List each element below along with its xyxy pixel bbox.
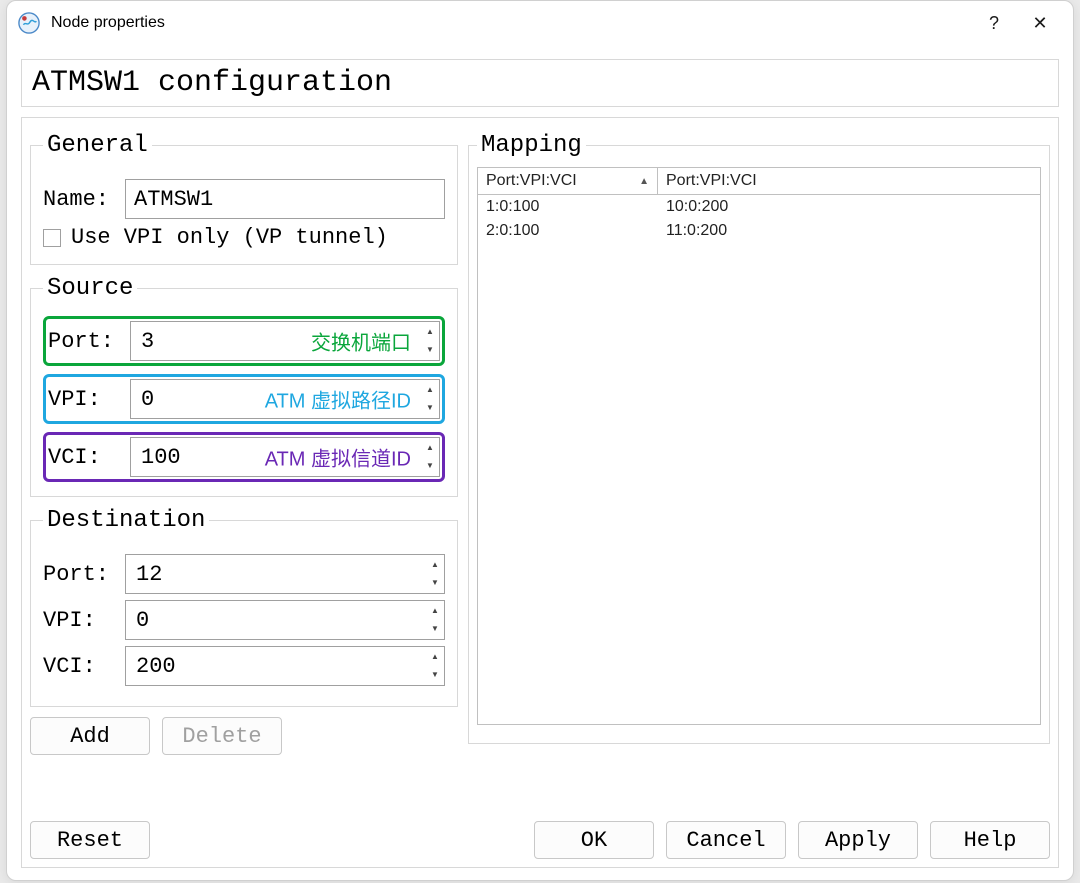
source-vci-value: 100 xyxy=(141,445,181,470)
source-vci-spinbox[interactable]: 100 ATM 虚拟信道ID ▲ ▼ xyxy=(130,437,440,477)
source-port-value: 3 xyxy=(141,329,154,354)
dest-vci-value: 200 xyxy=(136,654,176,679)
dialog-window: Node properties ? ✕ ATMSW1 configuration… xyxy=(6,0,1074,881)
cell-source: 1:0:100 xyxy=(478,195,658,219)
name-input[interactable] xyxy=(125,179,445,219)
delete-button[interactable]: Delete xyxy=(162,717,282,755)
reset-button[interactable]: Reset xyxy=(30,821,150,859)
spin-down-icon[interactable]: ▼ xyxy=(427,620,443,638)
group-mapping-legend: Mapping xyxy=(477,132,586,159)
table-row[interactable]: 1:0:10010:0:200 xyxy=(478,195,1040,219)
checkbox-icon xyxy=(43,229,61,247)
source-port-label: Port: xyxy=(48,329,120,354)
dest-vci-label: VCI: xyxy=(43,654,115,679)
apply-button[interactable]: Apply xyxy=(798,821,918,859)
dest-vpi-value: 0 xyxy=(136,608,149,633)
column-header-dest[interactable]: Port:VPI:VCI xyxy=(658,168,1040,194)
spin-down-icon[interactable]: ▼ xyxy=(422,399,438,417)
group-general: General Name: Use VPI only (VP tunnel) xyxy=(30,132,458,265)
table-row[interactable]: 2:0:10011:0:200 xyxy=(478,219,1040,243)
spin-up-icon[interactable]: ▲ xyxy=(427,602,443,620)
dest-vpi-spinbox[interactable]: 0 ▲ ▼ xyxy=(125,600,445,640)
spin-up-icon[interactable]: ▲ xyxy=(422,439,438,457)
sort-asc-icon: ▲ xyxy=(639,176,649,187)
source-vpi-label: VPI: xyxy=(48,387,120,412)
name-label: Name: xyxy=(43,187,115,212)
source-vpi-value: 0 xyxy=(141,387,154,412)
help-button[interactable]: ? xyxy=(971,1,1017,45)
dest-port-spinbox[interactable]: 12 ▲ ▼ xyxy=(125,554,445,594)
dialog-footer: Reset OK Cancel Apply Help xyxy=(30,809,1050,859)
table-body: 1:0:10010:0:2002:0:10011:0:200 xyxy=(478,195,1040,724)
dest-port-label: Port: xyxy=(43,562,115,587)
cell-source: 2:0:100 xyxy=(478,219,658,243)
close-button[interactable]: ✕ xyxy=(1017,1,1063,45)
cancel-button[interactable]: Cancel xyxy=(666,821,786,859)
dest-vpi-label: VPI: xyxy=(43,608,115,633)
column-header-source[interactable]: Port:VPI:VCI ▲ xyxy=(478,168,658,194)
source-vci-label: VCI: xyxy=(48,445,120,470)
spin-up-icon[interactable]: ▲ xyxy=(422,323,438,341)
heading-panel: ATMSW1 configuration xyxy=(21,59,1059,107)
spin-down-icon[interactable]: ▼ xyxy=(427,574,443,592)
table-header: Port:VPI:VCI ▲ Port:VPI:VCI xyxy=(478,168,1040,195)
spin-up-icon[interactable]: ▲ xyxy=(427,556,443,574)
add-button[interactable]: Add xyxy=(30,717,150,755)
group-general-legend: General xyxy=(43,132,152,159)
cell-dest: 10:0:200 xyxy=(658,195,736,219)
annotation-vci: ATM 虚拟信道ID xyxy=(265,443,411,472)
vpi-only-checkbox[interactable]: Use VPI only (VP tunnel) xyxy=(43,225,445,250)
dest-vci-spinbox[interactable]: 200 ▲ ▼ xyxy=(125,646,445,686)
source-port-spinbox[interactable]: 3 交换机端口 ▲ ▼ xyxy=(130,321,440,361)
ok-button[interactable]: OK xyxy=(534,821,654,859)
spin-down-icon[interactable]: ▼ xyxy=(422,457,438,475)
group-source-legend: Source xyxy=(43,275,137,302)
annotation-vpi: ATM 虚拟路径ID xyxy=(265,385,411,414)
spin-up-icon[interactable]: ▲ xyxy=(422,381,438,399)
page-title: ATMSW1 configuration xyxy=(22,60,1058,106)
cell-dest: 11:0:200 xyxy=(658,219,735,243)
dest-port-value: 12 xyxy=(136,562,162,587)
group-mapping: Mapping Port:VPI:VCI ▲ Port:VPI:VCI xyxy=(468,132,1050,744)
titlebar: Node properties ? ✕ xyxy=(7,1,1073,45)
mapping-table[interactable]: Port:VPI:VCI ▲ Port:VPI:VCI 1:0:10010:0:… xyxy=(477,167,1041,725)
vpi-only-label: Use VPI only (VP tunnel) xyxy=(71,225,388,250)
group-destination-legend: Destination xyxy=(43,507,209,534)
source-vpi-spinbox[interactable]: 0 ATM 虚拟路径ID ▲ ▼ xyxy=(130,379,440,419)
spin-down-icon[interactable]: ▼ xyxy=(422,341,438,359)
annotation-port: 交换机端口 xyxy=(311,327,411,356)
app-icon xyxy=(17,11,41,35)
group-source: Source Port: 3 交换机端口 ▲ ▼ xyxy=(30,275,458,497)
window-title: Node properties xyxy=(51,14,165,32)
help-footer-button[interactable]: Help xyxy=(930,821,1050,859)
group-destination: Destination Port: 12 ▲ ▼ xyxy=(30,507,458,707)
spin-down-icon[interactable]: ▼ xyxy=(427,666,443,684)
spin-up-icon[interactable]: ▲ xyxy=(427,648,443,666)
